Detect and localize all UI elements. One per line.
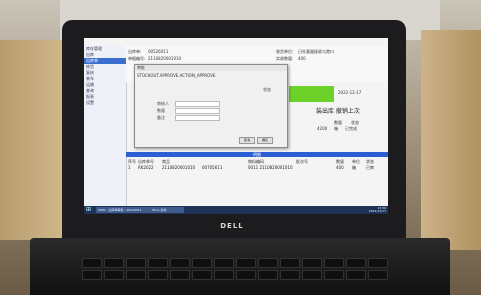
table-row[interactable]: 1 RK2022 2110820001010 00705611 0011 211… — [126, 165, 388, 170]
grid-cell: 0011 2110820001010 — [248, 165, 293, 170]
taskbar-app[interactable]: WMS - 出库单审批 - 00526011 — [96, 207, 150, 213]
keyboard-key — [258, 270, 278, 280]
cardboard-box-left — [0, 40, 70, 240]
doc-no-value: 2110820001010 — [148, 56, 182, 61]
receiver-label: 收货单位: — [276, 49, 294, 54]
dialog-field-label: 数量 — [157, 108, 165, 113]
order-no-value: 00526011 — [148, 49, 169, 54]
keyboard-key — [82, 258, 102, 268]
keyboard-key — [126, 270, 146, 280]
doc-no-label: 单据编号: — [128, 56, 146, 61]
grid-cell: 400 — [336, 165, 344, 170]
keyboard-key — [236, 258, 256, 268]
taskbar-app[interactable]: Wms 系统 — [150, 207, 184, 213]
receiver-value: 日社客器接收与港口 — [298, 49, 334, 54]
dialog-field-input[interactable] — [175, 101, 220, 107]
right-table-qty: 4200 — [317, 126, 328, 131]
laptop-screen: 库存管理 出库 出库单 拣货 复核 装车 运输 查询 报表 设置 出库单: 00… — [84, 38, 388, 214]
keyboard-key — [126, 258, 146, 268]
dialog-action-text: STOCKOUT.APPROVE.ACTION_APPROVE — [137, 73, 216, 78]
dialog-field-label: 审核人 — [157, 101, 169, 106]
keyboard-key — [192, 270, 212, 280]
right-table-unit: 箱 — [334, 126, 338, 131]
approve-dialog: 审批 STOCKOUT.APPROVE.ACTION_APPROVE 状态 审核… — [134, 64, 288, 148]
detail-header-bar: 明细 — [126, 152, 388, 157]
grid-cell: 2110820001010 — [162, 165, 196, 170]
dialog-status-label: 状态 — [263, 87, 271, 92]
dell-logo: DELL — [220, 222, 244, 230]
keyboard-key — [82, 270, 102, 280]
keyboard-key — [214, 258, 234, 268]
dialog-field-label: 备注 — [157, 115, 165, 120]
dialog-cancel-button[interactable]: 取消 — [239, 137, 255, 144]
dialog-ok-button[interactable]: 确定 — [257, 137, 273, 144]
grid-cell: RK2022 — [138, 165, 154, 170]
grid-cell: 1 — [128, 165, 131, 170]
taskbar-clock: 13:36 2022/12/17 — [369, 207, 386, 213]
keyboard-key — [258, 258, 278, 268]
keyboard-key — [368, 258, 388, 268]
keyboard-key — [104, 258, 124, 268]
grid-cell: 已审 — [366, 165, 374, 170]
dialog-field-input[interactable] — [175, 108, 220, 114]
qty-value: 400 — [298, 56, 306, 61]
keyboard-key — [170, 270, 190, 280]
keyboard-key — [236, 270, 256, 280]
keyboard-key — [192, 258, 212, 268]
order-no-label: 出库单: — [128, 49, 142, 54]
taskbar: ⊞ WMS - 出库单审批 - 00526011 Wms 系统 13:36 20… — [84, 206, 388, 214]
keyboard-key — [170, 258, 190, 268]
keyboard-key — [280, 270, 300, 280]
sidebar: 库存管理 出库 出库单 拣货 复核 装车 运输 查询 报表 设置 — [84, 46, 127, 206]
status-text: 装出库 撤销上次 — [316, 108, 360, 115]
right-table: 数量 状态 4200 箱 已完成 — [289, 118, 388, 148]
keyboard-key — [214, 270, 234, 280]
keyboard-key — [148, 258, 168, 268]
keyboard-key — [368, 270, 388, 280]
keyboard-key — [104, 270, 124, 280]
date-value: 2022-12-17 — [338, 90, 362, 95]
keyboard-key — [324, 270, 344, 280]
status-indicator — [289, 86, 334, 102]
grid-cell: 箱 — [352, 165, 356, 170]
dialog-field-input[interactable] — [175, 115, 220, 121]
keyboard-key — [324, 258, 344, 268]
keyboard-key — [302, 258, 322, 268]
windows-start-icon[interactable]: ⊞ — [86, 207, 92, 213]
keyboard-key — [148, 270, 168, 280]
cardboard-box-right — [421, 30, 481, 250]
keyboard-key — [346, 270, 366, 280]
dialog-title: 审批 — [135, 65, 287, 71]
right-table-status: 已完成 — [345, 126, 357, 131]
keyboard-key — [280, 258, 300, 268]
sidebar-item[interactable]: 设置 — [84, 100, 126, 106]
grid-header: 序号 出库单号 商品 物料编码 批次号 数量 单位 状态 — [126, 159, 388, 164]
grid-cell: 00705611 — [202, 165, 223, 170]
keyboard-key — [302, 270, 322, 280]
keyboard — [82, 258, 412, 295]
application-window: 库存管理 出库 出库单 拣货 复核 装车 运输 查询 报表 设置 出库单: 00… — [84, 38, 388, 206]
taskbar-date: 2022/12/17 — [368, 209, 386, 213]
keyboard-key — [346, 258, 366, 268]
photo-scene: 库存管理 出库 出库单 拣货 复核 装车 运输 查询 报表 设置 出库单: 00… — [0, 0, 481, 295]
qty-label: 实收数量: — [276, 56, 294, 61]
